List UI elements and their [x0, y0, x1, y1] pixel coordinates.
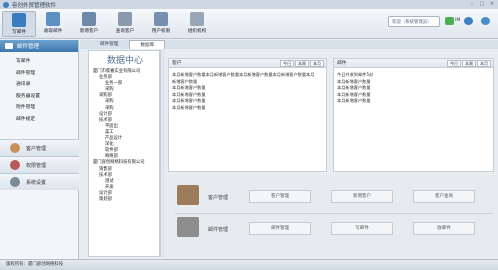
title-bar: 容创外贸管理软件 – □ ×	[0, 0, 498, 9]
customer-manage-button[interactable]: 客户管理	[249, 190, 311, 203]
sidebar-item-server-settings[interactable]: 服务器设置	[16, 91, 78, 103]
mail-envelope-icon	[5, 43, 13, 49]
toolbar-organization-button[interactable]: 组织机构	[180, 11, 214, 37]
im-chat-icon[interactable]	[445, 17, 454, 25]
sidebar-group-customer[interactable]: 客户管理	[0, 139, 79, 156]
minimize-icon[interactable]: –	[468, 1, 476, 7]
module-divider	[175, 213, 493, 214]
write-mail-button[interactable]: 写邮件	[331, 222, 393, 235]
tab-mail-manage[interactable]: 邮件管理	[90, 40, 128, 49]
sidebar-group-permission[interactable]: 权限管理	[0, 156, 79, 173]
sidebar-item-attachments[interactable]: 附件管理	[16, 102, 78, 114]
data-center-title: 数据中心	[106, 56, 143, 66]
help-icon[interactable]	[481, 17, 490, 25]
mail-week-button[interactable]: 本周	[462, 60, 476, 67]
toolbar-compose-button[interactable]: 写邮件	[2, 11, 36, 37]
window-controls: – □ ×	[468, 1, 496, 7]
data-center-pane: 数据中心 厦门市蔡嘉实业有限公司 业务部 业务一部 采购 采购部 采购 采购 设计部 技术部 平面…	[88, 50, 160, 257]
sidebar-item-mail-manage[interactable]: 邮件管理	[16, 68, 78, 80]
receive-mail-button[interactable]: 收邮件	[413, 222, 475, 235]
customer-month-button[interactable]: 本月	[310, 60, 324, 67]
list-item: 本月新增客户数量本月新增客户数量本月新增客户数量本月新增客户数量本月	[172, 72, 315, 77]
org-tree: 厦门市蔡嘉实业有限公司 业务部 业务一部 采购 采购部 采购 采购 设计部 技术部 平面出 美工 产品…	[93, 69, 145, 203]
sidebar-group-system[interactable]: 系统设置	[0, 173, 79, 190]
customer-week-button[interactable]: 本周	[295, 60, 309, 67]
mail-month-button[interactable]: 本月	[477, 60, 491, 67]
add-customer-button[interactable]: 新增客户	[331, 190, 393, 203]
customer-panel: 客户 今日 本周 本月 本月新增客户数量本月新增客户数量本月新增客户数量本月新增…	[168, 58, 327, 172]
quick-modules: 客户管理 客户管理 新增客户 客户查询 邮件管理 邮件管理 写邮件 收邮件	[165, 175, 498, 259]
customer-today-button[interactable]: 今日	[280, 60, 294, 67]
add-customer-icon	[82, 12, 96, 26]
sidebar-item-compose[interactable]: 写邮件	[16, 56, 78, 68]
list-item: 本月新增客户数量	[337, 98, 371, 103]
receive-mail-icon	[46, 12, 60, 26]
sidebar-header-mail[interactable]: 邮件管理	[0, 40, 78, 52]
im-label: IM	[455, 18, 461, 23]
toolbar-add-customer-button[interactable]: 新增客户	[72, 11, 106, 37]
list-item: 本月新增客户数量	[172, 104, 206, 110]
mail-panel: 邮件 今日 本周 本月 今日共收到邮件5封 本月新增客户数量 本月新增客户数量 …	[333, 58, 494, 172]
tree-node[interactable]: 厦门容创网络科技有限公司	[93, 160, 145, 166]
sidebar-item-contacts[interactable]: 通讯录	[16, 79, 78, 91]
compose-mail-icon	[12, 13, 26, 27]
sidebar: 邮件管理 写邮件 邮件管理 通讯录 服务器设置 附件管理 邮件规定 客户管理 权…	[0, 40, 79, 259]
customer-module-icon	[177, 185, 199, 205]
customer-icon	[10, 143, 20, 153]
maximize-icon[interactable]: □	[478, 1, 486, 7]
toolbar-user-permission-button[interactable]: 用户权限	[144, 11, 178, 37]
tab-bar: 邮件管理 数据库	[80, 40, 498, 49]
customer-module-label: 客户管理	[208, 195, 229, 201]
mail-module-icon	[177, 217, 199, 237]
toolbar-search-customer-button[interactable]: 查询客户	[108, 11, 142, 37]
settings-gear-icon[interactable]	[464, 17, 473, 25]
sidebar-item-mail-rules[interactable]: 邮件规定	[16, 114, 78, 126]
status-bar: 版权所有：厦门容创网络科技	[0, 259, 498, 270]
welcome-user-box[interactable]: 欢迎（系统管理员）	[388, 16, 440, 27]
organization-icon	[190, 12, 204, 26]
system-settings-icon	[10, 177, 20, 187]
tree-node[interactable]: 策划部	[93, 197, 145, 203]
mail-module-label: 邮件管理	[208, 227, 229, 233]
mail-manage-button[interactable]: 邮件管理	[249, 222, 311, 235]
tab-database[interactable]: 数据库	[129, 40, 166, 49]
customer-panel-body: 本月新增客户数量本月新增客户数量本月新增客户数量本月新增客户数量本月 新增客户数…	[169, 68, 326, 115]
mail-today-button[interactable]: 今日	[447, 60, 461, 67]
user-permission-icon	[154, 12, 168, 26]
permission-icon	[10, 160, 20, 170]
mail-panel-header: 邮件 今日 本周 本月	[334, 59, 493, 68]
sidebar-mail-list: 写邮件 邮件管理 通讯录 服务器设置 附件管理 邮件规定	[0, 52, 78, 125]
mail-panel-body: 今日共收到邮件5封 本月新增客户数量 本月新增客户数量 本月新增客户数量 本月新…	[334, 68, 493, 109]
customer-panel-header: 客户 今日 本周 本月	[169, 59, 326, 68]
app-logo-icon	[3, 1, 9, 8]
app-title: 容创外贸管理软件	[12, 2, 57, 9]
close-icon[interactable]: ×	[488, 1, 496, 7]
toolbar-receive-button[interactable]: 收取邮件	[36, 11, 70, 37]
customer-query-button[interactable]: 客户查询	[413, 190, 475, 203]
search-customer-icon	[118, 12, 132, 26]
